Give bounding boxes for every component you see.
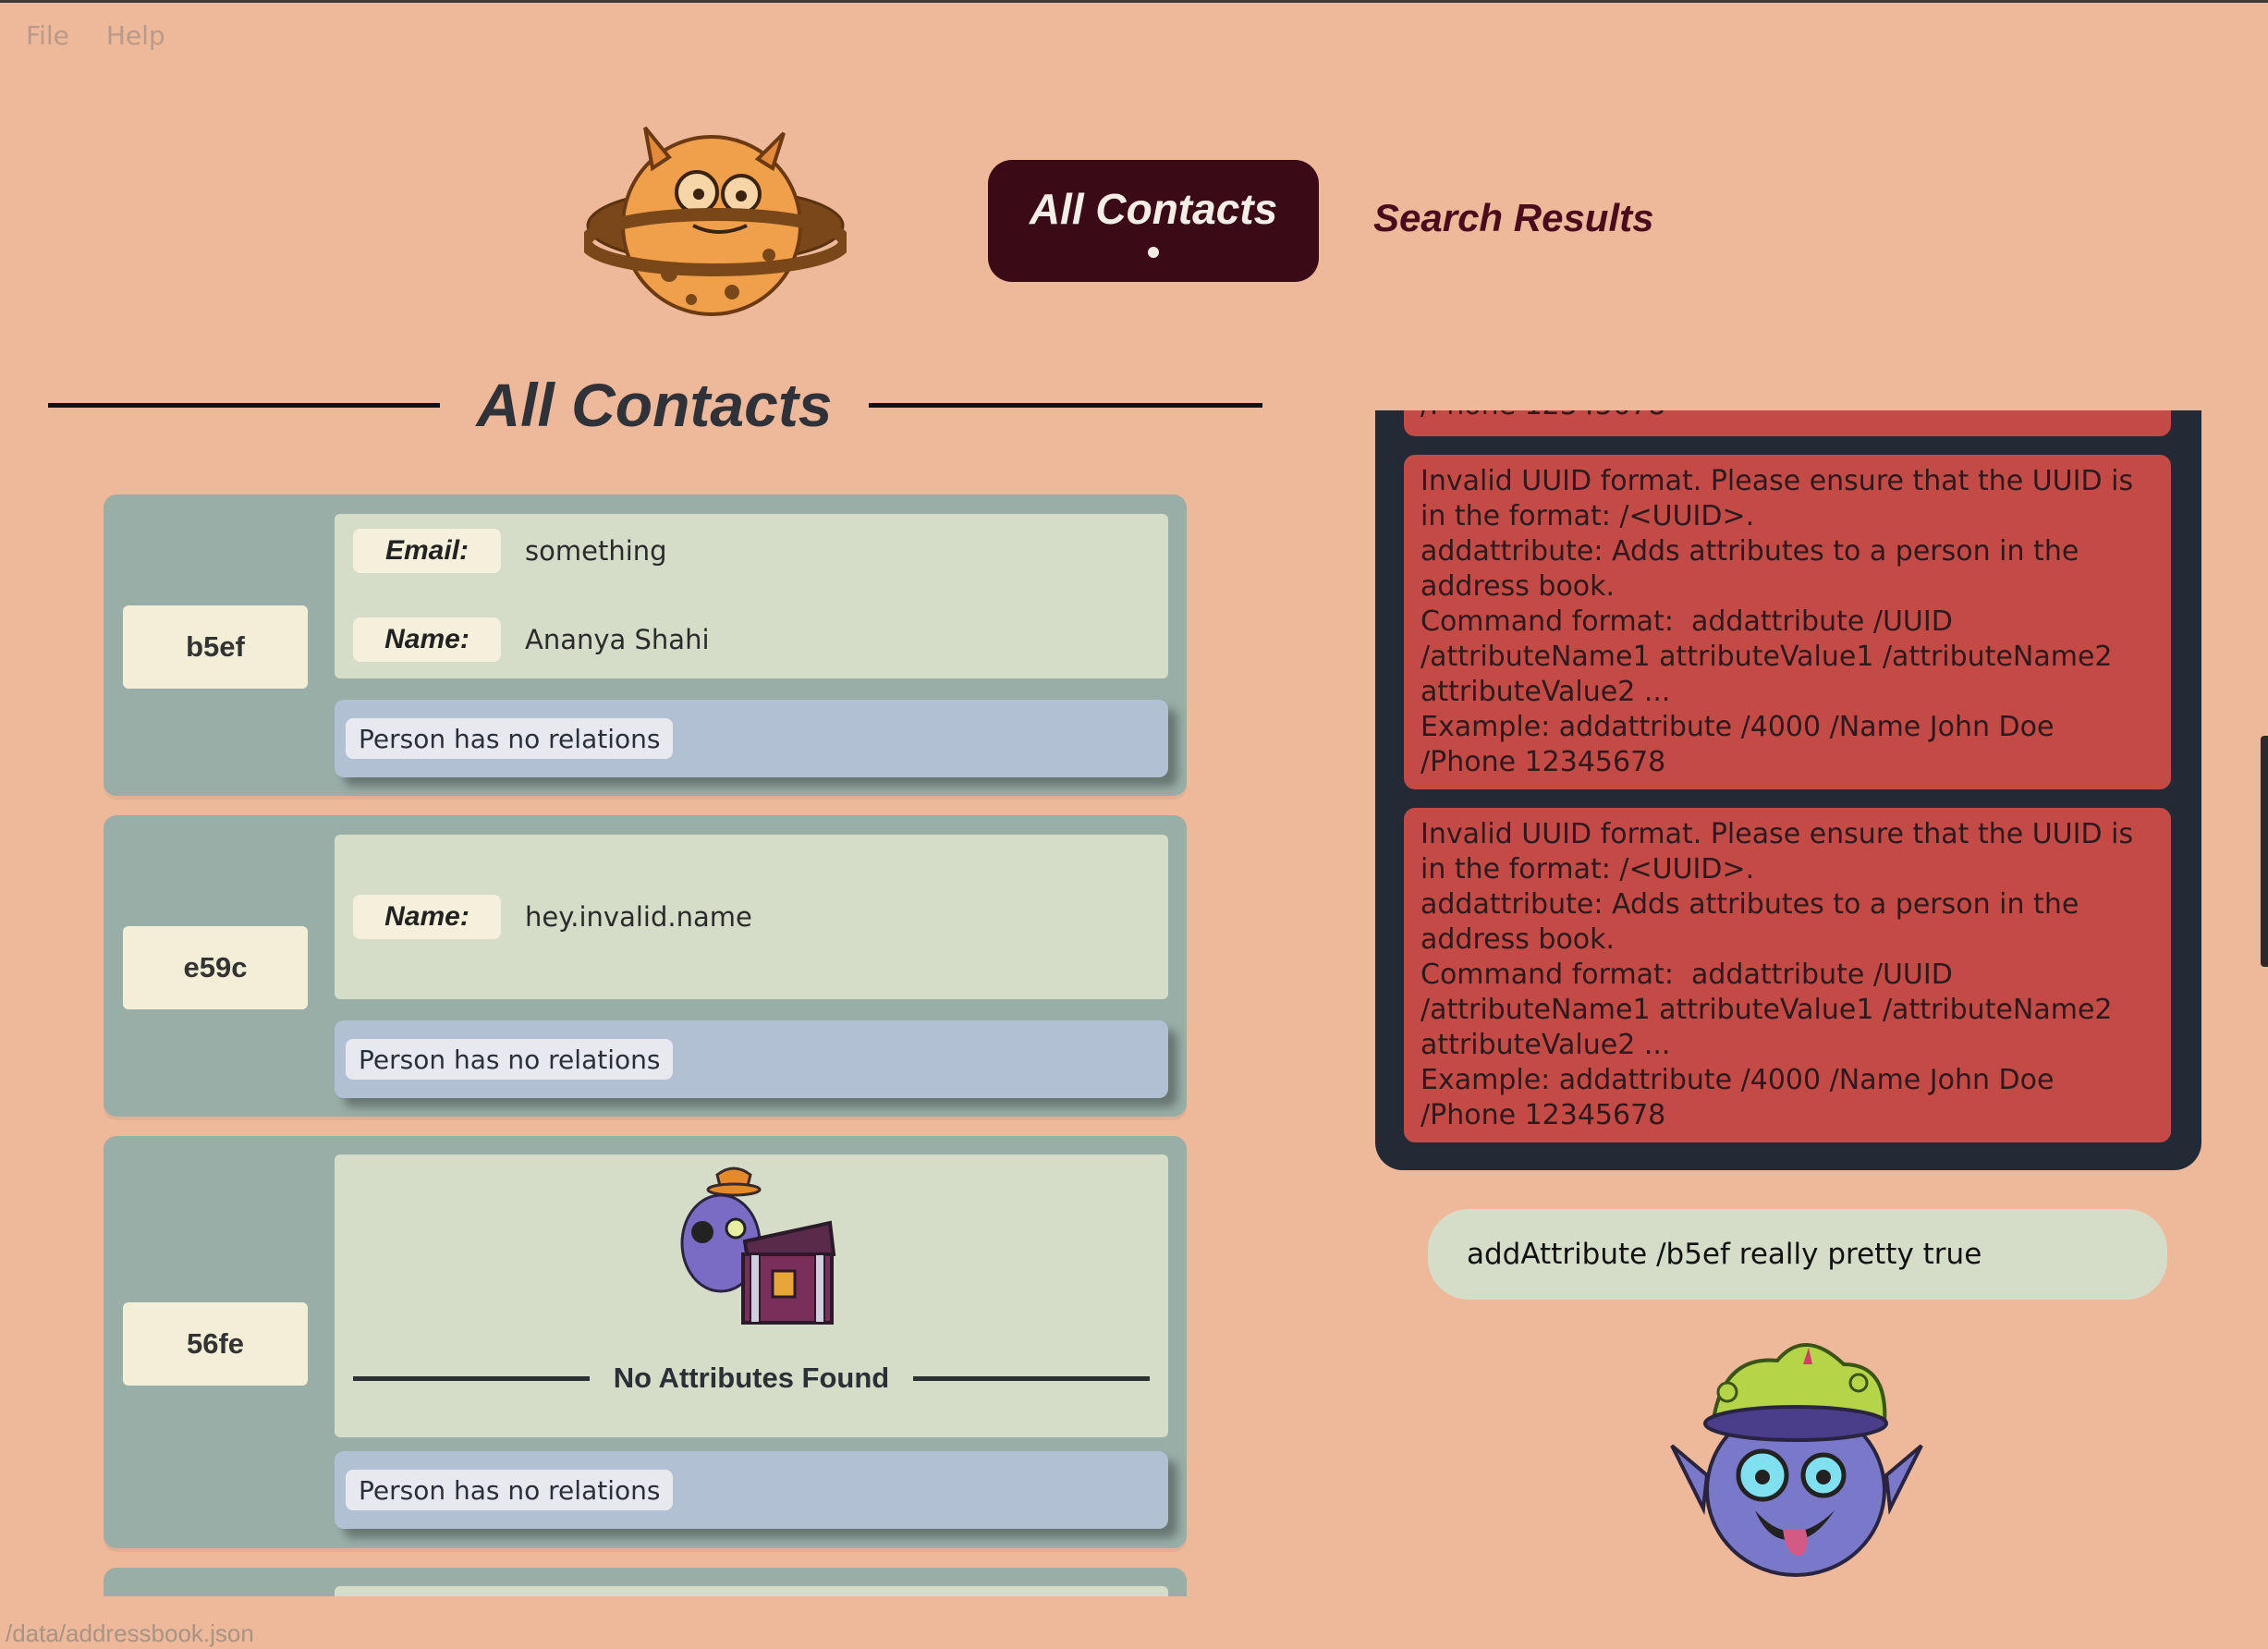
result-message: Invalid UUID format. Please ensure that … (1404, 455, 2171, 789)
menu-file[interactable]: File (26, 20, 69, 51)
contact-card[interactable]: e59c Name: hey.invalid.name Person has n… (104, 815, 1187, 1117)
section-title: All Contacts (476, 371, 833, 439)
relations-panel: Person has no relations (335, 1451, 1168, 1529)
divider-left (353, 1375, 590, 1381)
contact-card[interactable] (104, 1568, 1187, 1596)
tab-all-contacts-label: All Contacts (1029, 185, 1278, 233)
relations-label: Person has no relations (346, 1039, 674, 1080)
menu-bar: File Help (26, 20, 165, 51)
section-header: All Contacts (48, 368, 1262, 442)
attribute-key: Email: (353, 529, 501, 573)
window-edge-handle (2261, 736, 2268, 967)
tab-search-results[interactable]: Search Results (1373, 196, 1653, 240)
attribute-value: something (525, 535, 667, 567)
result-message: Invalid UUID format. Please ensure that … (1404, 808, 2171, 1142)
active-tab-indicator (1148, 247, 1159, 258)
contact-card[interactable]: b5ef Email: something Name: Ananya Shahi… (104, 495, 1187, 796)
no-attributes-label: No Attributes Found (613, 1362, 890, 1394)
window-top-border (0, 0, 2268, 3)
title-divider-left (48, 402, 440, 408)
result-message: /Phone 12345678 (1404, 410, 2171, 436)
relations-panel: Person has no relations (335, 700, 1168, 777)
title-divider-right (869, 402, 1262, 408)
attribute-row: Email: something (353, 529, 667, 573)
relations-label: Person has no relations (346, 718, 674, 759)
pirate-treasure-chest-icon (680, 1167, 836, 1325)
contact-uuid: e59c (123, 926, 308, 1009)
relations-label: Person has no relations (346, 1470, 674, 1510)
contact-card[interactable]: 56fe No Attributes Found Person has no r… (104, 1136, 1187, 1548)
tab-all-contacts[interactable]: All Contacts (988, 160, 1319, 282)
status-bar-file-path: /data/addressbook.json (6, 1619, 254, 1647)
attribute-row: Name: Ananya Shahi (353, 617, 710, 662)
attribute-key: Name: (353, 617, 501, 662)
attribute-row: Name: hey.invalid.name (353, 895, 752, 939)
command-input[interactable] (1467, 1238, 2114, 1271)
cookie-planet-monster-icon (584, 126, 847, 316)
attributes-panel: Name: hey.invalid.name (335, 835, 1168, 999)
zombie-brain-404-icon (1670, 1343, 1923, 1577)
attribute-value: hey.invalid.name (525, 901, 752, 933)
result-display[interactable]: /Phone 12345678 Invalid UUID format. Ple… (1375, 410, 2201, 1170)
attribute-value: Ananya Shahi (525, 624, 710, 655)
command-box[interactable] (1428, 1209, 2167, 1300)
contact-list[interactable]: b5ef Email: something Name: Ananya Shahi… (104, 495, 1187, 1596)
attributes-panel (335, 1586, 1168, 1596)
menu-help[interactable]: Help (106, 20, 165, 51)
attribute-key: Name: (353, 895, 501, 939)
contact-uuid: 56fe (123, 1302, 308, 1386)
attributes-panel: No Attributes Found (335, 1154, 1168, 1437)
relations-panel: Person has no relations (335, 1020, 1168, 1098)
attributes-panel: Email: something Name: Ananya Shahi (335, 514, 1168, 678)
divider-right (913, 1375, 1150, 1381)
no-attributes-divider: No Attributes Found (353, 1360, 1150, 1397)
contact-uuid: b5ef (123, 605, 308, 689)
